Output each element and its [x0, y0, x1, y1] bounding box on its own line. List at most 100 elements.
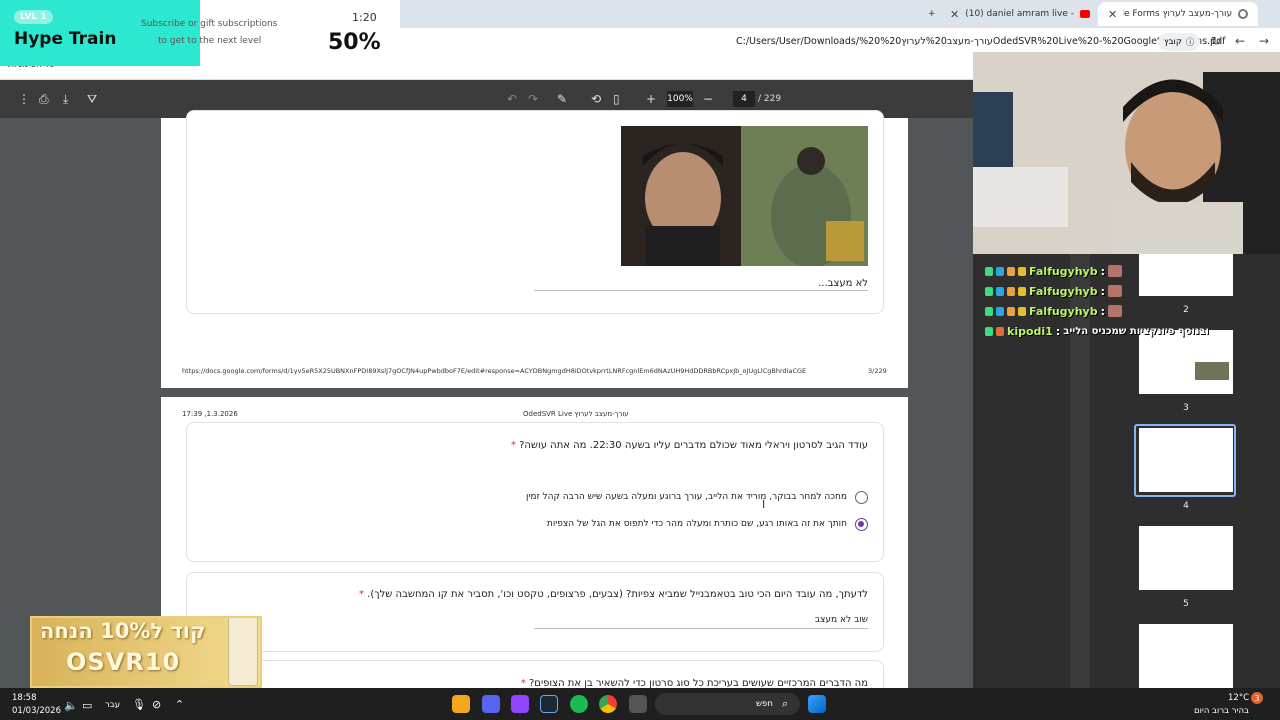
tab-title: עורך-מעצב לערוץ Google Forms	[1123, 9, 1233, 19]
page-number-input[interactable]: 4	[733, 91, 755, 107]
notification-badge[interactable]: 3	[1251, 692, 1263, 704]
chat-username: Falfugyhyb	[1029, 304, 1098, 318]
search-icon: ⌕	[782, 697, 789, 710]
badge-icon	[1018, 286, 1026, 296]
print-icon[interactable]: ⎙	[39, 92, 49, 107]
required-mark: *	[358, 589, 364, 600]
badge-icon	[996, 286, 1004, 296]
badge-icon	[1007, 306, 1015, 316]
chat-separator: :	[1100, 284, 1106, 298]
tab-youtube[interactable]: ✕ (10) daniel amram live - YouTube	[940, 2, 1100, 26]
forward-icon[interactable]: →	[1259, 34, 1269, 48]
chat-text: ובנוסף פיונקציות שמכניס הלייב	[1063, 325, 1209, 337]
chat-username: kipodi1	[1007, 324, 1053, 338]
badge-icon	[996, 306, 1004, 316]
page-header-date: 17:39 ,1.3.2026	[182, 410, 238, 418]
plus-icon: +	[928, 9, 936, 19]
windows-start-icon[interactable]	[808, 695, 826, 713]
answer-text: לא מעצב...	[818, 278, 868, 289]
page-thumbnail-6[interactable]	[1139, 624, 1233, 688]
page-header-title: OdedSVR Live עורך-מעצב לערוץ	[523, 410, 629, 418]
chrome-icon[interactable]	[599, 695, 617, 713]
close-icon[interactable]: ✕	[950, 8, 959, 21]
hype-title: Hype Train	[14, 29, 117, 49]
taskbar-time[interactable]: 18:58	[12, 693, 37, 703]
page-thumbnail-4[interactable]	[1139, 428, 1233, 492]
required-mark: *	[510, 440, 516, 451]
badge-icon	[985, 286, 993, 296]
spotify-icon[interactable]	[570, 695, 588, 713]
answer-2-text: שוב לא מעצב	[814, 615, 868, 625]
file-chip[interactable]: קובץ ⓘ	[1158, 33, 1201, 51]
twitch-icon[interactable]	[511, 695, 529, 713]
answer-image	[621, 126, 868, 266]
chat-username: Falfugyhyb	[1029, 264, 1098, 278]
thumbnail-number: 5	[1183, 599, 1189, 609]
hype-subtitle-1: Subscribe or gift subscriptions	[141, 19, 278, 29]
webcam-feed	[973, 52, 1280, 254]
fit-page-icon[interactable]: ▯	[613, 92, 620, 106]
page-footer-url: https://docs.google.com/forms/d/1yv5eR5X…	[182, 367, 807, 375]
chat-message: Falfugyhyb :	[985, 263, 1123, 279]
app-icon[interactable]	[452, 695, 470, 713]
save-to-drive-icon[interactable]: ⛛	[87, 92, 97, 107]
file-chip-label: קובץ	[1164, 37, 1182, 47]
radio-option-2-label[interactable]: חותך את זה באותו רגע, שם כותרת ומעלה מהר…	[500, 519, 847, 529]
microphone-icon[interactable]: 🎙	[132, 698, 146, 711]
page-thumbnail-3[interactable]	[1139, 330, 1233, 394]
download-icon[interactable]: ⤓	[63, 92, 68, 107]
zoom-level[interactable]: 100%	[667, 91, 693, 107]
language-indicator[interactable]: עבר	[105, 700, 120, 710]
weather-temp[interactable]: 12°C	[1228, 693, 1249, 703]
file-explorer-icon[interactable]	[629, 695, 647, 713]
text-cursor-icon: I	[762, 498, 766, 511]
badge-icon	[996, 326, 1004, 336]
answer-underline	[534, 290, 868, 291]
zoom-in-icon[interactable]: +	[646, 92, 656, 106]
discord-icon[interactable]	[482, 695, 500, 713]
chat-message: kipodi1 : ובנוסף פיונקציות שמכניס הלייב	[985, 323, 1209, 339]
badge-icon	[985, 266, 993, 276]
badge-icon	[985, 306, 993, 316]
badge-icon	[1007, 286, 1015, 296]
taskbar-search[interactable]	[655, 693, 800, 715]
page-thumbnail-2[interactable]	[1139, 254, 1233, 296]
chevron-up-icon[interactable]: ⌃	[175, 698, 184, 711]
page-thumbnail-5[interactable]	[1139, 526, 1233, 590]
annotate-icon[interactable]: ✎	[557, 92, 567, 106]
page-total: / 229	[758, 94, 782, 104]
muted-icon[interactable]: ⊘	[152, 698, 161, 711]
zoom-out-icon[interactable]: −	[703, 92, 713, 106]
search-placeholder: חפש	[756, 699, 773, 709]
redo-icon[interactable]: ↷	[528, 92, 538, 106]
badge-icon	[996, 266, 1004, 276]
badge-icon	[1007, 266, 1015, 276]
rotate-icon[interactable]: ⟲	[591, 92, 601, 106]
thumbnail-number: 3	[1183, 403, 1189, 413]
hype-timer: 1:20	[352, 11, 377, 24]
radio-option-1[interactable]	[855, 491, 868, 504]
thumbnail-number: 4	[1183, 501, 1189, 511]
close-icon[interactable]: ✕	[1108, 8, 1117, 21]
hype-level-badge: LVL 1	[14, 10, 53, 24]
speaker-icon[interactable]: 🔈	[64, 699, 78, 712]
chat-username: Falfugyhyb	[1029, 284, 1098, 298]
reload-icon[interactable]: ↻	[1211, 34, 1221, 48]
globe-icon	[1238, 9, 1248, 19]
radio-option-1-label[interactable]: מחכה למחר בבוקר, מוריד את הלייב, עורך בר…	[500, 492, 847, 502]
question-1: עודד הגיב לסרטון ויראלי מאוד שכולם מדברי…	[511, 440, 868, 451]
badge-icon	[1018, 306, 1026, 316]
radio-option-2[interactable]	[855, 518, 868, 531]
scrollbar[interactable]	[1070, 254, 1090, 688]
back-icon[interactable]: ←	[1235, 34, 1245, 48]
perfume-bottle-icon	[228, 618, 258, 686]
network-icon[interactable]: ▭	[82, 699, 92, 712]
steam-icon[interactable]	[540, 695, 558, 713]
question-1-text: עודד הגיב לסרטון ויראלי מאוד שכולם מדברי…	[519, 440, 868, 451]
taskbar-date[interactable]: 01/03/2026	[12, 706, 61, 716]
undo-icon[interactable]: ↶	[507, 92, 517, 106]
tab-google-forms[interactable]: ✕ עורך-מעצב לערוץ Google Forms	[1098, 2, 1258, 26]
more-options-icon[interactable]: ⋮	[18, 92, 30, 106]
answer-2-underline	[534, 628, 868, 629]
address-bar[interactable]: C:/Users/User/Downloads/%20עורך-מעצב%20ל…	[736, 36, 1225, 47]
